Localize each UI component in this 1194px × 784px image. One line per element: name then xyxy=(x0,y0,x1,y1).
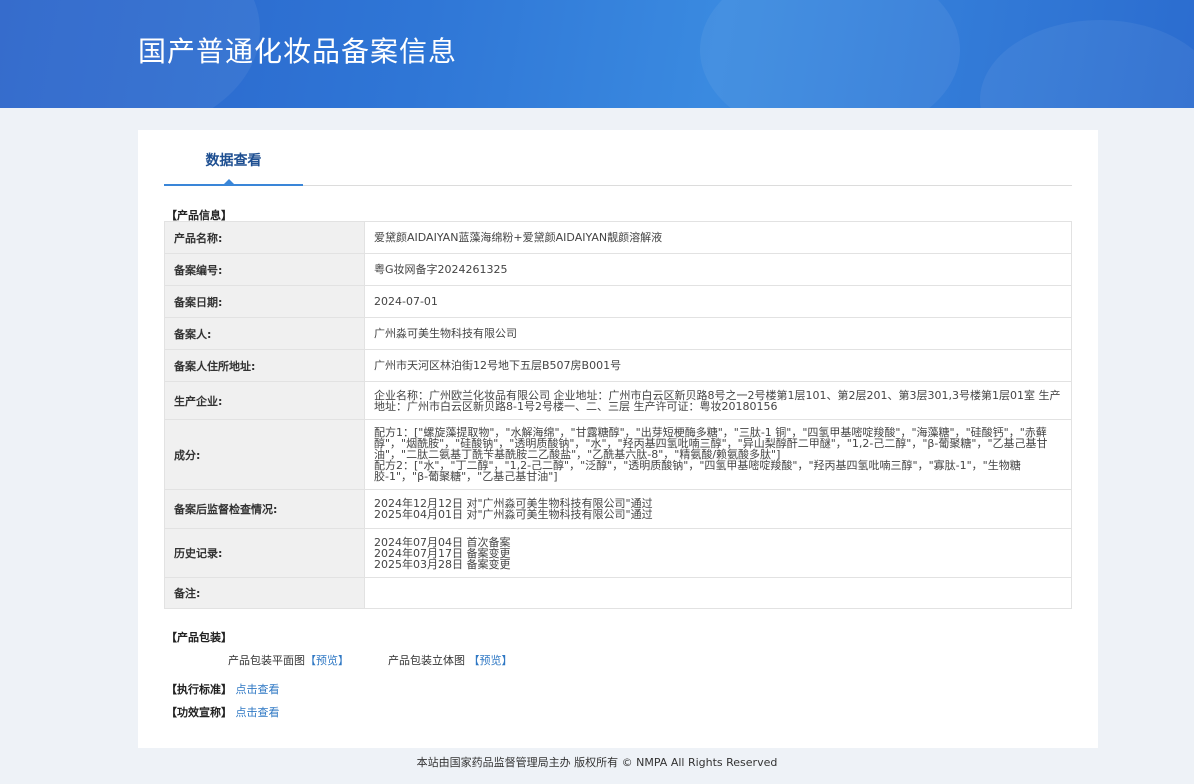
efficacy-view-link[interactable]: 点击查看 xyxy=(236,706,280,719)
ingredients-label: 成分: xyxy=(164,419,365,490)
info-row-ingredients: 成分: 配方1：["螺旋藻提取物"，"水解海绵"，"甘露糖醇"，"出芽短梗酶多糖"… xyxy=(164,419,1072,490)
banner-decoration xyxy=(980,20,1194,108)
standard-row: 【执行标准】 点击查看 xyxy=(166,681,280,697)
info-row-registrant: 备案人: 广州淼可美生物科技有限公司 xyxy=(164,317,1072,350)
registrant-address-value: 广州市天河区林泊街12号地下五层B507房B001号 xyxy=(364,349,1072,382)
info-row-registrant-address: 备案人住所地址: 广州市天河区林泊街12号地下五层B507房B001号 xyxy=(164,349,1072,382)
value-line: 广州淼可美生物科技有限公司 xyxy=(374,327,517,340)
banner-decoration xyxy=(700,0,960,108)
tab-bar: 数据查看 xyxy=(164,130,1072,186)
history-value: 2024年07月04日 首次备案 2024年07月17日 备案变更 2025年03月… xyxy=(364,528,1072,578)
value-line: 地址：广州市白云区新贝路8-1号2号楼一、二、三层 生产许可证：粤妆201801… xyxy=(374,399,778,413)
value-line: 2025年04月01日 对"广州淼可美生物科技有限公司"通过 xyxy=(374,508,653,521)
product-name-label: 产品名称: xyxy=(164,221,365,254)
info-row-manufacturer: 生产企业: 企业名称：广州欧兰化妆品有限公司 企业地址：广州市白云区新贝路8号之一… xyxy=(164,381,1072,420)
record-date-label: 备案日期: xyxy=(164,285,365,318)
packaging-flat-preview-link[interactable]: 【预览】 xyxy=(305,654,349,667)
tab-label: 数据查看 xyxy=(205,153,262,169)
info-row-record-date: 备案日期: 2024-07-01 xyxy=(164,285,1072,318)
value-line: 2025年03月28日 备案变更 xyxy=(374,557,511,571)
registrant-address-label: 备案人住所地址: xyxy=(164,349,365,382)
info-row-record-number: 备案编号: 粤G妆网备字2024261325 xyxy=(164,253,1072,286)
history-label: 历史记录: xyxy=(164,528,365,578)
efficacy-label: 【功效宣称】 xyxy=(166,706,232,719)
info-row-remarks: 备注: xyxy=(164,577,1072,609)
packaging-title: 【产品包装】 xyxy=(166,631,232,644)
manufacturer-value: 企业名称：广州欧兰化妆品有限公司 企业地址：广州市白云区新贝路8号之一2号楼第1… xyxy=(364,381,1072,420)
packaging-flat: 产品包装平面图【预览】 xyxy=(228,652,349,668)
footer: 本站由国家药品监督管理局主办 版权所有 © NMPA All Rights Re… xyxy=(416,756,778,769)
registrant-label: 备案人: xyxy=(164,317,365,350)
record-number-label: 备案编号: xyxy=(164,253,365,286)
product-info-table: 产品名称: 爱黛颜AIDAIYAN蓝藻海绵粉+爱黛颜AIDAIYAN靓颜溶解液 备案… xyxy=(164,221,1072,609)
manufacturer-label: 生产企业: xyxy=(164,381,365,420)
info-row-supervision-check: 备案后监督检查情况: 2024年12月12日 对"广州淼可美生物科技有限公司"通过… xyxy=(164,489,1072,529)
registrant-value: 广州淼可美生物科技有限公司 xyxy=(364,317,1072,350)
value-line: 广州市天河区林泊街12号地下五层B507房B001号 xyxy=(374,359,622,372)
remarks-value xyxy=(364,577,1072,609)
value-line: 2024年07月04日 首次备案 xyxy=(374,535,511,549)
info-row-history: 历史记录: 2024年07月04日 首次备案 2024年07月17日 备案变更 202… xyxy=(164,528,1072,578)
value-line: 胶-1"，"β-葡聚糖"，"乙基己基甘油"] xyxy=(374,470,558,483)
product-name-value: 爱黛颜AIDAIYAN蓝藻海绵粉+爱黛颜AIDAIYAN靓颜溶解液 xyxy=(364,221,1072,254)
tab-data-view[interactable]: 数据查看 xyxy=(164,130,303,186)
supervision-check-label: 备案后监督检查情况: xyxy=(164,489,365,529)
value-line: 粤G妆网备字2024261325 xyxy=(374,263,508,276)
packaging-flat-label: 产品包装平面图 xyxy=(228,654,305,667)
supervision-check-value: 2024年12月12日 对"广州淼可美生物科技有限公司"通过 2025年04月01… xyxy=(364,489,1072,529)
remarks-label: 备注: xyxy=(164,577,365,609)
record-number-value: 粤G妆网备字2024261325 xyxy=(364,253,1072,286)
value-line: 企业名称：广州欧兰化妆品有限公司 企业地址：广州市白云区新贝路8号之一2号楼第1… xyxy=(374,388,1061,402)
page-title: 国产普通化妆品备案信息 xyxy=(138,35,458,68)
info-row-product-name: 产品名称: 爱黛颜AIDAIYAN蓝藻海绵粉+爱黛颜AIDAIYAN靓颜溶解液 xyxy=(164,221,1072,254)
value-line: 2024-07-01 xyxy=(374,295,438,308)
value-line: 2024年07月17日 备案变更 xyxy=(374,546,511,560)
header-banner: 国产普通化妆品备案信息 xyxy=(0,0,1194,108)
packaging-solid-label: 产品包装立体图 xyxy=(388,654,465,667)
standard-label: 【执行标准】 xyxy=(166,683,232,696)
efficacy-row: 【功效宣称】 点击查看 xyxy=(166,704,280,720)
record-date-value: 2024-07-01 xyxy=(364,285,1072,318)
content-card: 数据查看 【产品信息】 产品名称: 爱黛颜AIDAIYAN蓝藻海绵粉+爱黛颜AID… xyxy=(138,130,1098,748)
tab-active-caret xyxy=(224,179,234,184)
packaging-solid: 产品包装立体图 【预览】 xyxy=(388,652,513,668)
packaging-solid-preview-link[interactable]: 【预览】 xyxy=(469,654,513,667)
value-line: 爱黛颜AIDAIYAN蓝藻海绵粉+爱黛颜AIDAIYAN靓颜溶解液 xyxy=(374,231,663,244)
standard-view-link[interactable]: 点击查看 xyxy=(236,683,280,696)
ingredients-value: 配方1：["螺旋藻提取物"，"水解海绵"，"甘露糖醇"，"出芽短梗酶多糖"，"三… xyxy=(364,419,1072,490)
